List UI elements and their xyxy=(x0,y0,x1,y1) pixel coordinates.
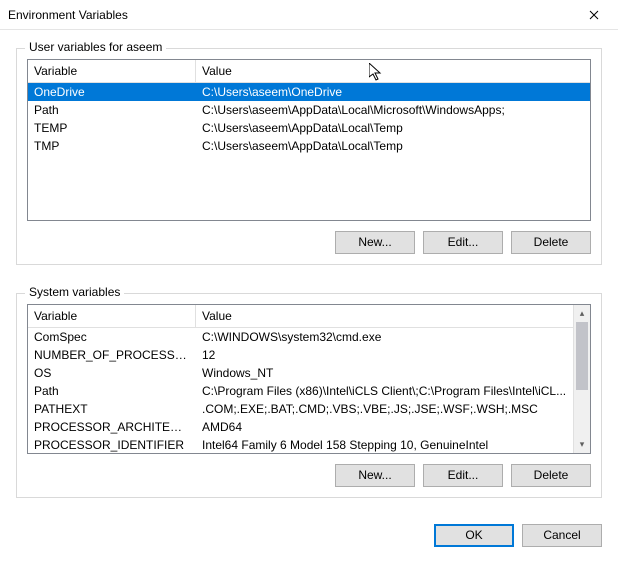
dialog-footer: OK Cancel xyxy=(0,524,618,547)
table-row[interactable]: NUMBER_OF_PROCESSORS12 xyxy=(28,346,573,364)
table-row[interactable]: PathC:\Users\aseem\AppData\Local\Microso… xyxy=(28,101,590,119)
table-row[interactable]: PROCESSOR_IDENTIFIERIntel64 Family 6 Mod… xyxy=(28,436,573,453)
cell-variable: NUMBER_OF_PROCESSORS xyxy=(28,347,196,363)
cell-variable: PROCESSOR_ARCHITECTURE xyxy=(28,419,196,435)
table-row[interactable]: TEMPC:\Users\aseem\AppData\Local\Temp xyxy=(28,119,590,137)
cell-variable: OneDrive xyxy=(28,84,196,100)
close-button[interactable] xyxy=(572,1,616,29)
table-row[interactable]: PROCESSOR_ARCHITECTUREAMD64 xyxy=(28,418,573,436)
cell-value: C:\Users\aseem\AppData\Local\Temp xyxy=(196,138,590,154)
list-rows: OneDriveC:\Users\aseem\OneDrivePathC:\Us… xyxy=(28,83,590,220)
table-row[interactable]: OSWindows_NT xyxy=(28,364,573,382)
scroll-track[interactable] xyxy=(574,322,590,436)
cell-value: C:\Users\aseem\AppData\Local\Temp xyxy=(196,120,590,136)
scroll-up-icon[interactable]: ▴ xyxy=(574,305,590,322)
window-title: Environment Variables xyxy=(8,8,128,22)
system-edit-button[interactable]: Edit... xyxy=(423,464,503,487)
cell-value: Intel64 Family 6 Model 158 Stepping 10, … xyxy=(196,437,573,453)
list-header: Variable Value xyxy=(28,60,590,83)
table-row[interactable]: OneDriveC:\Users\aseem\OneDrive xyxy=(28,83,590,101)
system-button-row: New... Edit... Delete xyxy=(27,464,591,487)
user-group-legend: User variables for aseem xyxy=(25,40,166,54)
cell-variable: TMP xyxy=(28,138,196,154)
system-new-button[interactable]: New... xyxy=(335,464,415,487)
user-new-button[interactable]: New... xyxy=(335,231,415,254)
titlebar: Environment Variables xyxy=(0,0,618,30)
vertical-scrollbar[interactable]: ▴ ▾ xyxy=(573,305,590,453)
cell-variable: ComSpec xyxy=(28,329,196,345)
cancel-button[interactable]: Cancel xyxy=(522,524,602,547)
list-rows: ComSpecC:\WINDOWS\system32\cmd.exeNUMBER… xyxy=(28,328,590,453)
table-row[interactable]: PATHEXT.COM;.EXE;.BAT;.CMD;.VBS;.VBE;.JS… xyxy=(28,400,573,418)
col-header-value[interactable]: Value xyxy=(196,60,590,82)
cell-value: C:\WINDOWS\system32\cmd.exe xyxy=(196,329,573,345)
user-button-row: New... Edit... Delete xyxy=(27,231,591,254)
cell-variable: OS xyxy=(28,365,196,381)
system-delete-button[interactable]: Delete xyxy=(511,464,591,487)
cell-value: C:\Users\aseem\OneDrive xyxy=(196,84,590,100)
cell-value: AMD64 xyxy=(196,419,573,435)
close-icon xyxy=(589,10,599,20)
system-variables-group: System variables Variable Value ComSpecC… xyxy=(16,293,602,498)
cell-value: Windows_NT xyxy=(196,365,573,381)
dialog-content: User variables for aseem Variable Value … xyxy=(0,30,618,520)
table-row[interactable]: ComSpecC:\WINDOWS\system32\cmd.exe xyxy=(28,328,573,346)
scroll-down-icon[interactable]: ▾ xyxy=(574,436,590,453)
cell-value: C:\Users\aseem\AppData\Local\Microsoft\W… xyxy=(196,102,590,118)
cell-value: .COM;.EXE;.BAT;.CMD;.VBS;.VBE;.JS;.JSE;.… xyxy=(196,401,573,417)
user-variables-group: User variables for aseem Variable Value … xyxy=(16,48,602,265)
system-variables-list[interactable]: Variable Value ComSpecC:\WINDOWS\system3… xyxy=(27,304,591,454)
col-header-variable[interactable]: Variable xyxy=(28,60,196,82)
cell-variable: TEMP xyxy=(28,120,196,136)
user-variables-list[interactable]: Variable Value OneDriveC:\Users\aseem\On… xyxy=(27,59,591,221)
cell-variable: PATHEXT xyxy=(28,401,196,417)
user-delete-button[interactable]: Delete xyxy=(511,231,591,254)
ok-button[interactable]: OK xyxy=(434,524,514,547)
system-group-legend: System variables xyxy=(25,285,124,299)
table-row[interactable]: PathC:\Program Files (x86)\Intel\iCLS Cl… xyxy=(28,382,573,400)
table-row[interactable]: TMPC:\Users\aseem\AppData\Local\Temp xyxy=(28,137,590,155)
cell-value: C:\Program Files (x86)\Intel\iCLS Client… xyxy=(196,383,573,399)
cell-variable: Path xyxy=(28,383,196,399)
cell-variable: PROCESSOR_IDENTIFIER xyxy=(28,437,196,453)
col-header-value[interactable]: Value xyxy=(196,305,573,327)
cell-value: 12 xyxy=(196,347,573,363)
user-edit-button[interactable]: Edit... xyxy=(423,231,503,254)
list-header: Variable Value xyxy=(28,305,590,328)
col-header-variable[interactable]: Variable xyxy=(28,305,196,327)
scroll-thumb[interactable] xyxy=(576,322,588,390)
cell-variable: Path xyxy=(28,102,196,118)
